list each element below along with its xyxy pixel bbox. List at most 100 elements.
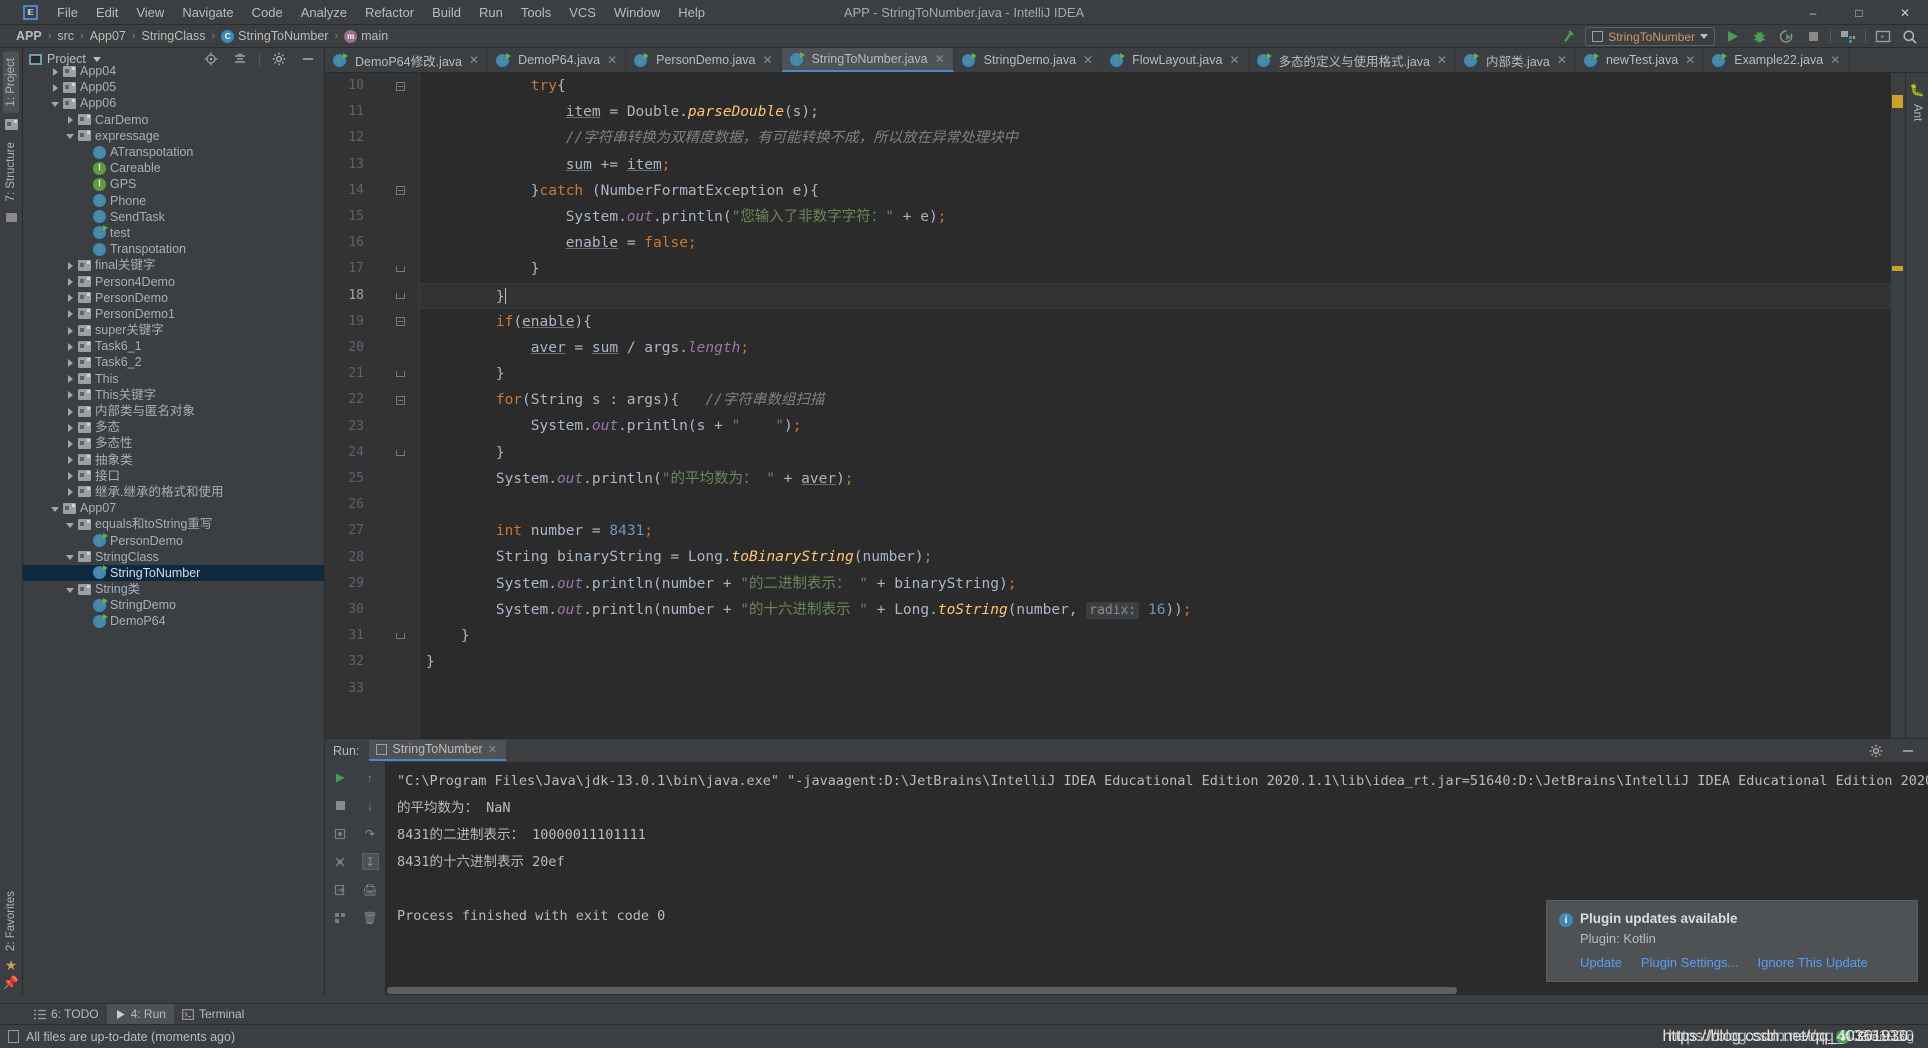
chevron-right-icon[interactable] bbox=[65, 373, 76, 384]
code-line[interactable]: //字符串转换为双精度数据，有可能转换不成，所以放在异常处理块中 bbox=[420, 125, 1891, 151]
tree-node[interactable]: C SendTask bbox=[23, 209, 324, 225]
breadcrumb-item-stringtonumber[interactable]: C StringToNumber bbox=[221, 29, 328, 43]
editor-tab[interactable]: CnewTest.java ✕ bbox=[1576, 48, 1705, 72]
editor-tab[interactable]: C DemoP64修改.java ✕ bbox=[325, 48, 489, 72]
tree-node[interactable]: expressage bbox=[23, 128, 324, 144]
editor-tab[interactable]: C StringToNumber.java ✕ bbox=[781, 48, 954, 72]
chevron-down-icon[interactable] bbox=[65, 584, 76, 595]
debug-icon[interactable] bbox=[1749, 27, 1769, 47]
tree-node[interactable]: C DemoP64 bbox=[23, 613, 324, 629]
code-line[interactable]: item = Double.parseDouble(s); bbox=[420, 99, 1891, 125]
tree-node[interactable]: C Transpotation bbox=[23, 241, 324, 257]
editor-tab[interactable]: C StringDemo.java ✕ bbox=[954, 48, 1103, 72]
chevron-right-icon[interactable] bbox=[65, 454, 76, 465]
tree-node[interactable]: I GPS bbox=[23, 176, 324, 192]
notification-action-plugin-settings[interactable]: Plugin Settings... bbox=[1641, 955, 1739, 970]
build-icon[interactable] bbox=[1558, 27, 1578, 47]
code-line[interactable] bbox=[420, 492, 1891, 518]
close-icon[interactable]: ✕ bbox=[1685, 53, 1695, 67]
breadcrumb-item-app07[interactable]: App07 bbox=[90, 29, 126, 43]
editor-tab[interactable]: C PersonDemo.java ✕ bbox=[626, 48, 782, 72]
close-icon[interactable]: ✕ bbox=[762, 53, 772, 67]
menu-item-window[interactable]: Window bbox=[605, 3, 669, 22]
chevron-down-icon[interactable] bbox=[65, 551, 76, 562]
tool-window-button-terminal[interactable]: Terminal bbox=[174, 1004, 252, 1025]
project-tree[interactable]: App04 App05 App06 CarDemo expressage C ATransp… bbox=[23, 62, 324, 995]
run-icon[interactable] bbox=[1722, 27, 1742, 47]
tree-node[interactable]: 抽象类 bbox=[23, 452, 324, 468]
fold-marker[interactable] bbox=[395, 73, 406, 99]
tree-node[interactable]: C ATranspotation bbox=[23, 144, 324, 160]
tree-node[interactable]: 接口 bbox=[23, 468, 324, 484]
fold-marker[interactable] bbox=[395, 256, 406, 282]
code-line[interactable]: } bbox=[420, 256, 1891, 282]
close-icon[interactable]: ✕ bbox=[935, 52, 945, 66]
fold-marker[interactable] bbox=[395, 361, 406, 387]
menu-item-tools[interactable]: Tools bbox=[512, 3, 560, 22]
tree-node[interactable]: App05 bbox=[23, 79, 324, 95]
gear-icon[interactable] bbox=[1866, 741, 1886, 761]
chevron-right-icon[interactable] bbox=[65, 308, 76, 319]
code-line[interactable]: for(String s : args){ //字符串数组扫描 bbox=[420, 387, 1891, 413]
menu-item-code[interactable]: Code bbox=[243, 3, 292, 22]
tree-node[interactable]: App04 bbox=[23, 63, 324, 79]
close-icon[interactable]: ✕ bbox=[1437, 53, 1447, 67]
close-icon[interactable]: ✕ bbox=[488, 743, 497, 756]
menu-item-run[interactable]: Run bbox=[470, 3, 512, 22]
chevron-right-icon[interactable] bbox=[65, 486, 76, 497]
chevron-right-icon[interactable] bbox=[50, 82, 61, 93]
code-line[interactable]: String binaryString = Long.toBinaryStrin… bbox=[420, 544, 1891, 570]
tool-window-button-favorites[interactable]: 2: Favorites bbox=[3, 885, 19, 957]
scroll-up-icon[interactable]: ↑ bbox=[362, 769, 379, 786]
menu-item-file[interactable]: File bbox=[48, 3, 87, 22]
code-line[interactable]: }catch (NumberFormatException e){ bbox=[420, 178, 1891, 204]
tree-node[interactable]: PersonDemo bbox=[23, 290, 324, 306]
tool-window-button-run[interactable]: 4: Run bbox=[106, 1003, 174, 1025]
code-line[interactable]: } bbox=[420, 623, 1891, 649]
fold-marker[interactable] bbox=[395, 623, 406, 649]
chevron-right-icon[interactable] bbox=[65, 260, 76, 271]
tree-node[interactable]: 继承.继承的格式和使用 bbox=[23, 484, 324, 500]
code-line[interactable]: enable = false; bbox=[420, 230, 1891, 256]
pin-icon[interactable]: 📌 bbox=[3, 974, 20, 991]
tool-window-button-todo[interactable]: 6: TODO bbox=[26, 1004, 107, 1025]
run-tab-stringtonumber[interactable]: StringToNumber ✕ bbox=[369, 740, 506, 761]
console-horizontal-scrollbar[interactable] bbox=[385, 985, 1928, 995]
search-icon[interactable] bbox=[1900, 27, 1920, 47]
stripe-marker[interactable] bbox=[1892, 95, 1903, 108]
code-line[interactable]: if(enable){ bbox=[420, 309, 1891, 335]
breadcrumb-item-main[interactable]: m main bbox=[344, 29, 388, 43]
chevron-down-icon[interactable] bbox=[65, 519, 76, 530]
editor-tab-bar[interactable]: C DemoP64修改.java ✕ C DemoP64.java ✕ C PersonDem… bbox=[325, 48, 1928, 73]
code-line[interactable]: System.out.println(number + "的十六进制表示 " +… bbox=[420, 597, 1891, 623]
exit-icon[interactable] bbox=[332, 881, 349, 898]
tree-node[interactable]: Ctest bbox=[23, 225, 324, 241]
tool-window-button-ant[interactable]: Ant bbox=[1909, 98, 1925, 127]
chevron-right-icon[interactable] bbox=[65, 292, 76, 303]
tree-node[interactable]: Task6_1 bbox=[23, 338, 324, 354]
tree-node[interactable]: This关键字 bbox=[23, 387, 324, 403]
menu-item-vcs[interactable]: VCS bbox=[560, 3, 605, 22]
tree-node[interactable]: final关键字 bbox=[23, 257, 324, 273]
tree-node[interactable]: This bbox=[23, 371, 324, 387]
print-icon[interactable]: 🖨 bbox=[362, 881, 379, 898]
close-button[interactable]: ✕ bbox=[1882, 0, 1928, 25]
close-icon[interactable]: ✕ bbox=[1083, 53, 1093, 67]
run-configuration-selector[interactable]: StringToNumber bbox=[1585, 27, 1715, 46]
code-line[interactable]: int number = 8431; bbox=[420, 518, 1891, 544]
tree-node[interactable]: App07 bbox=[23, 500, 324, 516]
soft-wrap-icon[interactable]: ↷ bbox=[362, 825, 379, 842]
update-icon[interactable] bbox=[1873, 27, 1893, 47]
code-line[interactable]: } bbox=[420, 649, 1891, 675]
chevron-down-icon[interactable] bbox=[65, 130, 76, 141]
menu-item-help[interactable]: Help bbox=[669, 3, 714, 22]
fold-marker[interactable] bbox=[395, 440, 406, 466]
chevron-down-icon[interactable] bbox=[50, 503, 61, 514]
tree-node[interactable]: equals和toString重写 bbox=[23, 516, 324, 532]
chevron-right-icon[interactable] bbox=[65, 341, 76, 352]
minimize-button[interactable]: – bbox=[1790, 0, 1836, 25]
editor-tab[interactable]: C 内部类.java ✕ bbox=[1456, 48, 1576, 72]
dump-threads-icon[interactable] bbox=[332, 825, 349, 842]
code-line[interactable]: } bbox=[420, 361, 1891, 387]
tree-node[interactable]: CarDemo bbox=[23, 112, 324, 128]
